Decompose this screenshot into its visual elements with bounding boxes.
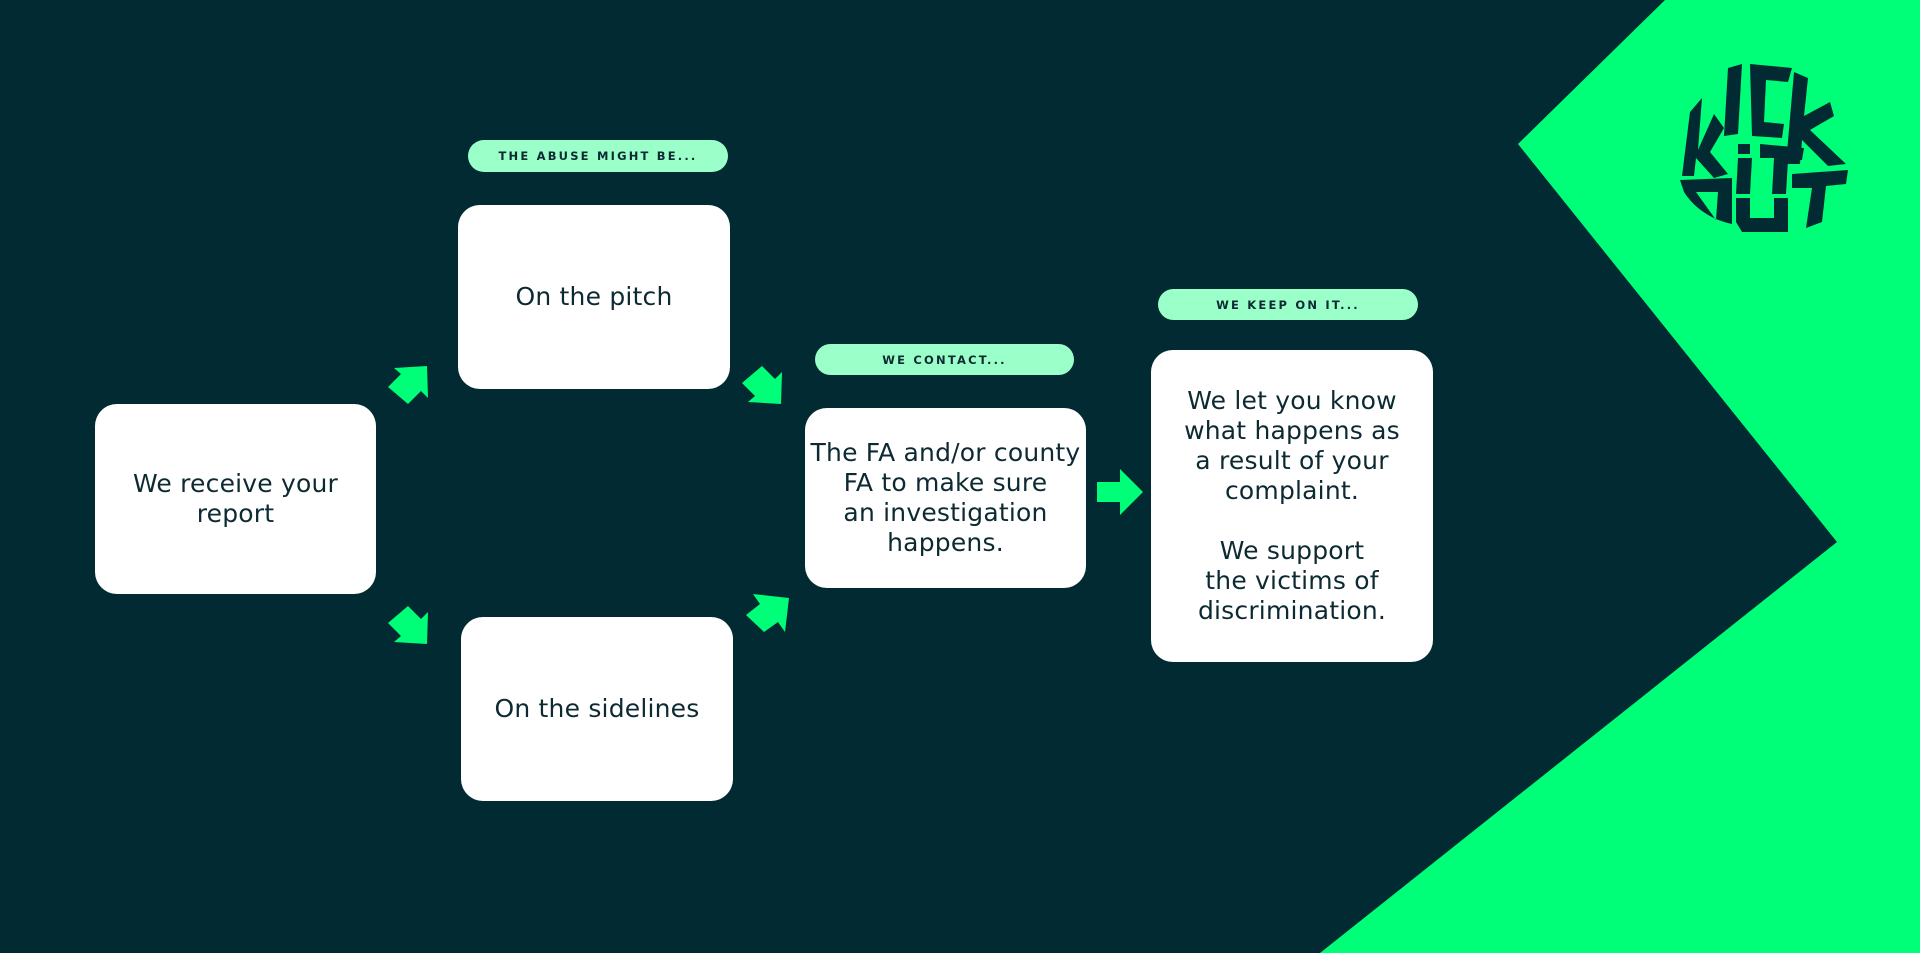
label-pill-we-keep-on-it: WE KEEP ON IT... (1158, 289, 1418, 320)
arrow-up-right-icon (388, 366, 428, 404)
label-pill-we-contact: WE CONTACT... (815, 344, 1074, 375)
step-text-contact-fa: The FA and/or county FA to make sure an … (810, 438, 1081, 557)
step-text-receive-report: We receive your report (132, 469, 339, 528)
arrow-down-right-icon (388, 606, 428, 644)
label-pill-text: WE KEEP ON IT... (1216, 297, 1360, 312)
arrow-down-right-icon (742, 366, 782, 404)
label-pill-text: WE CONTACT... (882, 352, 1007, 367)
label-pill-abuse-might-be: THE ABUSE MIGHT BE... (468, 140, 728, 172)
option-text-on-the-sidelines: On the sidelines (494, 694, 700, 723)
option-box-on-the-pitch: On the pitch (458, 205, 730, 389)
option-box-on-the-sidelines: On the sidelines (461, 617, 733, 801)
step-box-follow-up: We let you know what happens as a result… (1151, 350, 1433, 662)
step-box-receive-report: We receive your report (95, 404, 376, 594)
flowchart-canvas: We receive your report THE ABUSE MIGHT B… (0, 0, 1920, 953)
arrow-up-right-icon (746, 594, 789, 632)
step-text-follow-up: We let you know what happens as a result… (1184, 386, 1400, 625)
step-box-contact-fa: The FA and/or county FA to make sure an … (805, 408, 1086, 588)
label-pill-text: THE ABUSE MIGHT BE... (498, 149, 698, 163)
arrow-right-icon (1097, 469, 1143, 515)
option-text-on-the-pitch: On the pitch (515, 282, 673, 311)
kick-it-out-logo-icon (1680, 64, 1848, 232)
